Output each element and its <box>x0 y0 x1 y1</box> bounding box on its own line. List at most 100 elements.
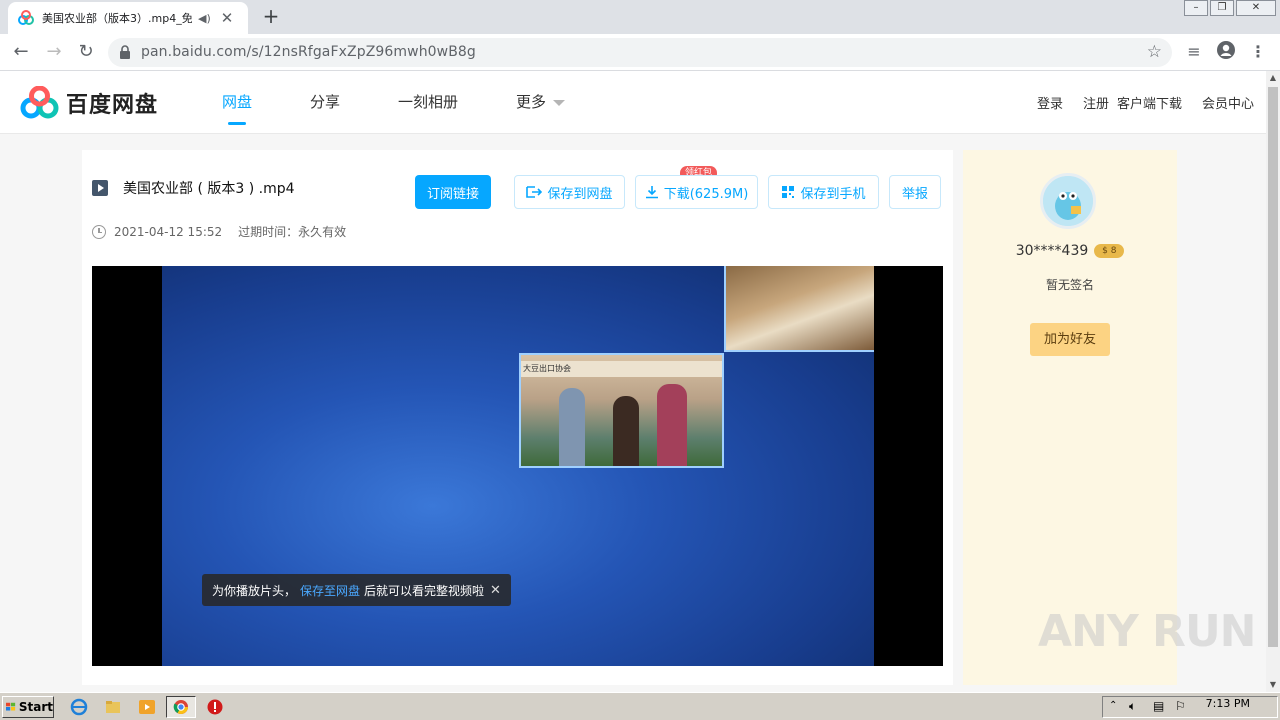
start-button[interactable]: Start <box>2 696 54 718</box>
volume-icon[interactable]: 🔈︎ <box>1129 699 1136 714</box>
scroll-down-arrow-icon[interactable]: ▼ <box>1266 678 1280 692</box>
scroll-up-arrow-icon[interactable]: ▲ <box>1266 71 1280 85</box>
save-disk-icon <box>526 186 543 198</box>
logo-text: 百度网盘 <box>66 93 159 118</box>
back-icon[interactable]: ← <box>9 40 33 64</box>
download-icon <box>645 186 658 199</box>
media-control-icon[interactable]: ≡ <box>1182 40 1206 64</box>
forward-icon[interactable]: → <box>42 40 66 64</box>
nav-more-label: 更多 <box>516 93 547 111</box>
member-center-link[interactable]: 会员中心 <box>1202 93 1254 112</box>
client-download-link[interactable]: 客户端下载 <box>1117 93 1182 112</box>
clock-icon <box>92 224 106 239</box>
action-center-flag-icon[interactable]: ⚐ <box>1175 699 1186 713</box>
save-to-phone-button[interactable]: 保存到手机 <box>768 175 879 209</box>
subscribe-label: 订阅链接 <box>426 186 479 202</box>
chevron-down-icon <box>553 99 566 106</box>
profile-icon[interactable] <box>1214 40 1238 64</box>
save-to-disk-label: 保存到网盘 <box>547 186 613 202</box>
person-figure <box>657 384 687 466</box>
share-date: 2021-04-12 15:52 <box>114 224 223 239</box>
main-nav: 网盘 分享 一刻相册 更多 <box>222 71 623 134</box>
person-figure <box>613 396 639 466</box>
media-player-icon[interactable] <box>138 698 156 716</box>
toast-prefix: 为你播放片头， <box>212 583 297 598</box>
menu-kebab-icon[interactable]: ⋮ <box>1246 40 1270 64</box>
login-link[interactable]: 登录 <box>1037 93 1063 112</box>
signature: 暂无签名 <box>1045 278 1094 292</box>
audio-playing-icon[interactable]: ◀) <box>198 12 211 25</box>
bookmark-star-icon[interactable]: ☆ <box>1147 42 1162 62</box>
sharer-profile-panel: 30****439 $ 8 暂无签名 加为好友 <box>963 150 1177 685</box>
video-player[interactable]: 大豆出口协会 <box>92 266 943 666</box>
browser-tabbar: 美国农业部（版本3）.mp4_免费 ◀) ✕ + – ❐ ✕ <box>0 0 1280 34</box>
start-label: Start <box>18 700 53 714</box>
file-title-row: 美国农业部 ( 版本3 ) .mp4 <box>92 178 295 198</box>
taskbar-clock[interactable]: 7:13 PM <box>1206 697 1250 710</box>
register-link[interactable]: 注册 <box>1083 93 1109 112</box>
site-header: 百度网盘 网盘 分享 一刻相册 更多 登录 注册 客户端下载 会员中心 <box>0 71 1266 134</box>
restore-button[interactable]: ❐ <box>1210 0 1234 16</box>
tray-expand-icon[interactable]: ⌃ <box>1109 700 1117 711</box>
nav-item-more[interactable]: 更多 <box>516 71 566 134</box>
scroll-thumb[interactable] <box>1268 87 1278 647</box>
toast-close-icon[interactable]: ✕ <box>490 583 501 598</box>
nav-item-album[interactable]: 一刻相册 <box>398 71 458 134</box>
file-name: 美国农业部 ( 版本3 ) .mp4 <box>123 181 295 197</box>
download-label: 下载(625.9M) <box>663 186 749 202</box>
system-tray: ⌃ 🔈︎ ▤ ⚐ <box>1102 696 1278 718</box>
download-button[interactable]: 下载(625.9M) <box>635 175 758 209</box>
baidu-pan-favicon-icon <box>18 10 34 25</box>
thumbnail-caption: 大豆出口协会 <box>521 361 722 377</box>
reload-icon[interactable]: ↻ <box>74 40 98 64</box>
tab-close-icon[interactable]: ✕ <box>221 10 234 26</box>
vip-level: 8 <box>1110 246 1117 256</box>
file-explorer-icon[interactable] <box>104 698 122 716</box>
windows-logo-icon <box>6 702 16 711</box>
vip-badge: $ 8 <box>1094 244 1125 258</box>
report-label: 举报 <box>901 186 928 202</box>
anyrun-watermark: ANY RUN <box>1038 606 1256 657</box>
subscribe-button[interactable]: 订阅链接 <box>415 175 491 209</box>
security-alert-icon[interactable] <box>206 698 224 716</box>
close-window-button[interactable]: ✕ <box>1236 0 1276 16</box>
qr-code-icon <box>782 186 795 198</box>
baidu-pan-logo[interactable]: 百度网盘 <box>20 86 158 120</box>
chrome-taskbar-button[interactable] <box>166 696 196 718</box>
baidu-pan-logo-icon <box>20 86 59 119</box>
internet-explorer-icon[interactable] <box>70 698 88 716</box>
windows-taskbar: Start ⌃ 🔈︎ ▤ ⚐ 7:13 PM <box>0 692 1280 720</box>
save-to-phone-label: 保存到手机 <box>800 186 866 202</box>
chrome-icon <box>173 700 188 714</box>
header-links: 登录 注册 客户端下载 会员中心 <box>1017 71 1254 134</box>
toast-suffix: 后就可以看完整视频啦 <box>364 583 485 598</box>
toast-save-link[interactable]: 保存至网盘 <box>300 582 360 599</box>
nav-item-share[interactable]: 分享 <box>310 71 340 134</box>
browser-tab[interactable]: 美国农业部（版本3）.mp4_免费 ◀) ✕ <box>8 2 248 34</box>
minimize-button[interactable]: – <box>1184 0 1208 16</box>
window-controls: – ❐ ✕ <box>1182 0 1276 16</box>
video-frame: 大豆出口协会 <box>162 266 874 666</box>
username-row: 30****439 $ 8 <box>963 243 1177 259</box>
person-figure <box>559 388 585 466</box>
file-meta: 2021-04-12 15:52 过期时间：永久有效 <box>92 223 346 240</box>
url-text: pan.baidu.com/s/12nsRfgaFxZpZ96mwh0wB8g <box>141 44 476 60</box>
video-file-icon <box>92 180 108 196</box>
browser-toolbar: ← → ↻ pan.baidu.com/s/12nsRfgaFxZpZ96mwh… <box>0 34 1280 71</box>
new-tab-button[interactable]: + <box>260 5 282 27</box>
add-friend-button[interactable]: 加为好友 <box>1030 323 1110 356</box>
tab-title: 美国农业部（版本3）.mp4_免费 <box>42 12 192 25</box>
username: 30****439 <box>1015 243 1089 259</box>
video-thumbnail-people: 大豆出口协会 <box>519 353 724 468</box>
file-share-card: 美国农业部 ( 版本3 ) .mp4 2021-04-12 15:52 过期时间… <box>82 150 953 685</box>
page-scrollbar[interactable]: ▲ ▼ <box>1266 71 1280 692</box>
save-to-disk-button[interactable]: 保存到网盘 <box>514 175 625 209</box>
report-button[interactable]: 举报 <box>889 175 941 209</box>
nav-item-netdisk[interactable]: 网盘 <box>222 71 252 134</box>
lock-icon <box>120 45 130 59</box>
expiry-text: 过期时间：永久有效 <box>238 225 347 239</box>
video-thumbnail-market <box>724 266 874 352</box>
avatar[interactable] <box>1040 173 1096 229</box>
address-bar[interactable]: pan.baidu.com/s/12nsRfgaFxZpZ96mwh0wB8g … <box>108 38 1172 67</box>
network-icon[interactable]: ▤ <box>1153 699 1164 713</box>
